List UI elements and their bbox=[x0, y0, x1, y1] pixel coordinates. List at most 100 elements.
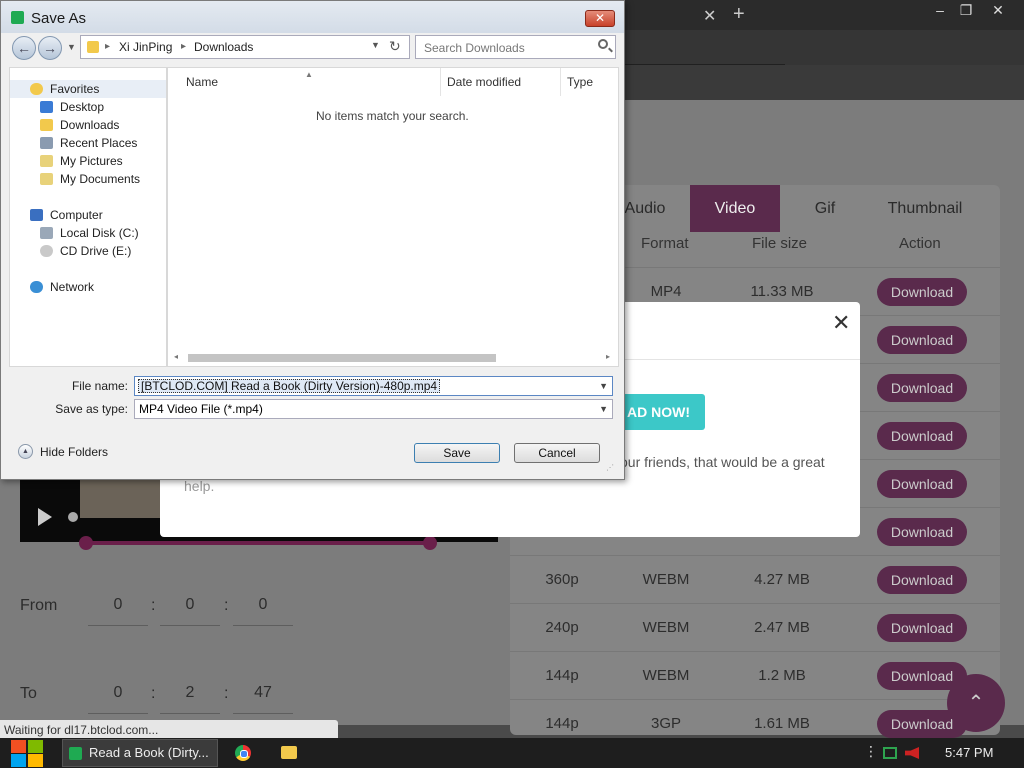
scroll-to-top-button[interactable]: ⌃ bbox=[947, 674, 1005, 732]
network-tray-icon[interactable] bbox=[883, 747, 897, 759]
column-action: Action bbox=[899, 235, 941, 252]
folder-icon bbox=[87, 41, 99, 53]
taskbar-item-browser-window[interactable]: Read a Book (Dirty... bbox=[62, 739, 218, 767]
trim-end-handle[interactable] bbox=[423, 536, 437, 550]
column-divider[interactable] bbox=[440, 68, 441, 96]
modal-cta-button[interactable]: AD NOW! bbox=[615, 394, 705, 430]
size-cell: 2.47 MB bbox=[754, 619, 810, 636]
download-button[interactable]: Download bbox=[877, 614, 967, 642]
time-separator: : bbox=[151, 685, 156, 702]
column-name[interactable]: Name bbox=[186, 75, 218, 89]
refresh-icon[interactable]: ↻ bbox=[389, 38, 401, 55]
chevron-right-icon[interactable]: ▸ bbox=[181, 41, 186, 52]
table-row: 360p WEBM 4.27 MB Download bbox=[510, 555, 1000, 603]
collapse-icon: ▲ bbox=[18, 444, 33, 459]
to-seconds-input[interactable]: 47 bbox=[233, 678, 293, 714]
history-dropdown-icon[interactable]: ▼ bbox=[67, 42, 76, 52]
format-cell: WEBM bbox=[642, 571, 690, 588]
download-button[interactable]: Download bbox=[877, 278, 967, 306]
cancel-button[interactable]: Cancel bbox=[514, 443, 600, 463]
chevron-right-icon[interactable]: ▸ bbox=[105, 41, 110, 52]
volume-muted-icon[interactable] bbox=[905, 747, 919, 759]
scroll-left-icon[interactable]: ◂ bbox=[174, 352, 178, 361]
to-label: To bbox=[20, 685, 37, 702]
recent-places-icon bbox=[40, 137, 53, 149]
tray-overflow-icon[interactable]: ⋮ bbox=[864, 743, 878, 760]
dialog-title-bar[interactable]: Save As ✕ bbox=[1, 1, 624, 33]
quality-cell: 144p bbox=[545, 667, 579, 684]
scroll-right-icon[interactable]: ▸ bbox=[606, 352, 610, 361]
taskbar-clock[interactable]: 5:47 PM bbox=[945, 745, 993, 760]
window-close-icon[interactable]: ✕ bbox=[985, 2, 1011, 18]
nav-desktop[interactable]: Desktop bbox=[10, 98, 166, 116]
format-cell: WEBM bbox=[642, 667, 690, 684]
tab-gif[interactable]: Gif bbox=[785, 185, 865, 232]
new-tab-button[interactable]: + bbox=[733, 3, 745, 26]
nav-my-pictures[interactable]: My Pictures bbox=[10, 152, 166, 170]
column-type[interactable]: Type bbox=[567, 75, 593, 89]
save-button[interactable]: Save bbox=[414, 443, 500, 463]
forward-button[interactable]: → bbox=[38, 36, 62, 60]
trim-range-bar[interactable] bbox=[86, 541, 430, 545]
nav-downloads[interactable]: Downloads bbox=[10, 116, 166, 134]
download-button[interactable]: Download bbox=[877, 422, 967, 450]
column-date-modified[interactable]: Date modified bbox=[447, 75, 521, 89]
resize-grip-icon[interactable]: ⋰ bbox=[606, 463, 618, 475]
search-icon[interactable] bbox=[598, 39, 608, 49]
restore-icon[interactable]: ❐ bbox=[953, 2, 979, 18]
quality-cell: 240p bbox=[545, 619, 579, 636]
chevron-down-icon[interactable]: ▼ bbox=[599, 400, 608, 418]
play-icon[interactable] bbox=[38, 508, 52, 526]
download-button[interactable]: Download bbox=[877, 326, 967, 354]
modal-text-continued: help. bbox=[184, 478, 215, 494]
chevron-down-icon[interactable]: ▼ bbox=[371, 40, 380, 50]
tab-video[interactable]: Video bbox=[690, 185, 780, 232]
chevron-down-icon[interactable]: ▼ bbox=[599, 377, 608, 395]
start-logo-icon bbox=[28, 754, 43, 767]
file-name-input[interactable]: [BTCLOD.COM] Read a Book (Dirty Version)… bbox=[134, 376, 613, 396]
nav-local-disk[interactable]: Local Disk (C:) bbox=[10, 224, 166, 242]
file-explorer-icon[interactable] bbox=[281, 746, 297, 759]
scrollbar-thumb[interactable] bbox=[188, 354, 496, 362]
back-button[interactable]: ← bbox=[12, 36, 36, 60]
file-list: ▲ Name Date modified Type No items match… bbox=[167, 67, 619, 367]
trim-start-handle[interactable] bbox=[79, 536, 93, 550]
breadcrumb-downloads[interactable]: Downloads bbox=[194, 40, 253, 54]
nav-my-documents[interactable]: My Documents bbox=[10, 170, 166, 188]
video-frame bbox=[80, 478, 160, 518]
nav-network[interactable]: Network bbox=[10, 278, 166, 296]
dialog-close-button[interactable]: ✕ bbox=[585, 10, 615, 27]
minimize-icon[interactable]: ‒ bbox=[927, 2, 953, 18]
tab-close-icon[interactable]: ✕ bbox=[703, 6, 716, 26]
nav-computer[interactable]: Computer bbox=[10, 206, 166, 224]
from-seconds-input[interactable]: 0 bbox=[233, 590, 293, 626]
nav-recent-places[interactable]: Recent Places bbox=[10, 134, 166, 152]
to-minutes-input[interactable]: 2 bbox=[160, 678, 220, 714]
from-label: From bbox=[20, 597, 58, 614]
from-minutes-input[interactable]: 0 bbox=[160, 590, 220, 626]
seek-handle[interactable] bbox=[68, 512, 78, 522]
computer-icon bbox=[30, 209, 43, 221]
dialog-title: Save As bbox=[31, 10, 87, 27]
breadcrumb[interactable]: ▸ Xi JinPing ▸ Downloads ▼ ↻ bbox=[80, 35, 410, 59]
chrome-icon[interactable] bbox=[235, 745, 251, 761]
start-button[interactable] bbox=[8, 738, 44, 768]
modal-close-icon[interactable]: ✕ bbox=[832, 310, 850, 336]
search-input[interactable]: Search Downloads bbox=[415, 35, 616, 59]
to-hours-input[interactable]: 0 bbox=[88, 678, 148, 714]
download-button[interactable]: Download bbox=[877, 566, 967, 594]
network-icon bbox=[30, 281, 43, 293]
breadcrumb-user[interactable]: Xi JinPing bbox=[119, 40, 172, 54]
tab-thumbnail[interactable]: Thumbnail bbox=[870, 185, 980, 232]
column-divider[interactable] bbox=[560, 68, 561, 96]
nav-favorites[interactable]: Favorites bbox=[10, 80, 166, 98]
taskbar-item-label: Read a Book (Dirty... bbox=[89, 745, 209, 760]
from-hours-input[interactable]: 0 bbox=[88, 590, 148, 626]
download-button[interactable]: Download bbox=[877, 470, 967, 498]
table-row: 240p WEBM 2.47 MB Download bbox=[510, 603, 1000, 651]
horizontal-scrollbar[interactable]: ◂ ▸ bbox=[168, 352, 618, 366]
save-as-type-select[interactable]: MP4 Video File (*.mp4) ▼ bbox=[134, 399, 613, 419]
download-button[interactable]: Download bbox=[877, 518, 967, 546]
nav-cd-drive[interactable]: CD Drive (E:) bbox=[10, 242, 166, 260]
download-button[interactable]: Download bbox=[877, 374, 967, 402]
